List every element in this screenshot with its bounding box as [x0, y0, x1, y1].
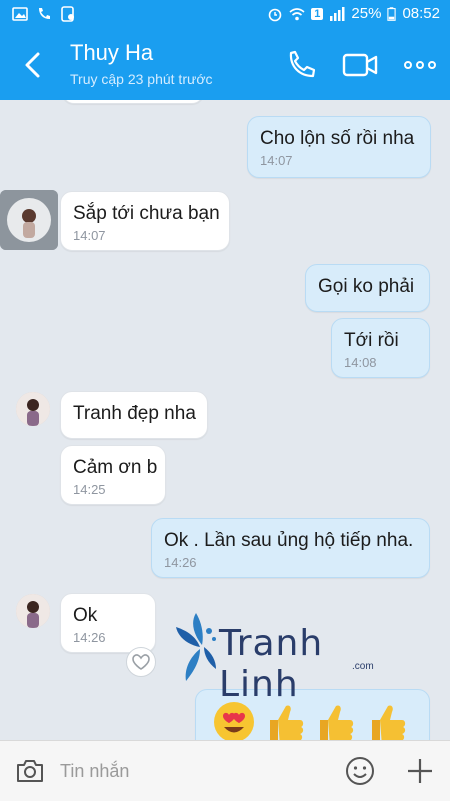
- signal-icon: [330, 6, 345, 21]
- thumbs-up-emoji: [372, 705, 406, 740]
- message-composer: Tin nhắn: [0, 740, 450, 801]
- back-arrow-icon[interactable]: [18, 48, 48, 82]
- status-right: 1 25% 08:52: [267, 5, 440, 22]
- message-time: 14:07: [260, 153, 293, 168]
- notification-icon: [61, 6, 74, 22]
- alarm-icon: [268, 8, 282, 21]
- message-text: Cảm ơn b: [73, 457, 158, 478]
- thumbs-up-emoji: [320, 705, 354, 740]
- heart-eyes-emoji: [214, 702, 254, 740]
- status-left: [12, 6, 76, 22]
- heart-outline-icon: [132, 654, 150, 670]
- emoji-icon[interactable]: [344, 755, 376, 787]
- tranh-linh-logo-icon: [176, 613, 216, 681]
- phone-call-icon[interactable]: [283, 48, 319, 82]
- message-bubble-partial: [62, 100, 204, 104]
- message-bubble-outgoing[interactable]: Gọi ko phải: [305, 264, 430, 312]
- contact-avatar[interactable]: [0, 190, 58, 250]
- status-bar: 1 25% 08:52: [0, 0, 450, 30]
- battery-icon: [387, 6, 397, 21]
- message-text: Tới rồi: [344, 330, 399, 351]
- message-bubble-incoming[interactable]: Sắp tới chưa bạn 14:07: [60, 191, 230, 251]
- message-input[interactable]: Tin nhắn: [60, 761, 129, 782]
- clock: 08:52: [402, 5, 440, 22]
- gallery-icon: [12, 7, 28, 21]
- message-bubble-incoming[interactable]: Cảm ơn b 14:25: [60, 445, 166, 505]
- message-bubble-outgoing[interactable]: Tới rồi 14:08: [331, 318, 430, 378]
- emoji-row: [214, 702, 406, 740]
- message-time: 14:26: [164, 555, 197, 570]
- watermark-logo: Tranh Linh .com: [172, 605, 387, 705]
- avatar-photo: [0, 190, 58, 250]
- message-time: 14:07: [73, 228, 106, 243]
- avatar-photo: [16, 594, 50, 628]
- message-time: 14:08: [344, 355, 377, 370]
- message-bubble-incoming[interactable]: Ok 14:26: [60, 593, 156, 653]
- sim-badge: 1: [311, 7, 324, 20]
- last-seen: Truy cập 23 phút trước: [70, 71, 213, 87]
- message-bubble-outgoing[interactable]: Cho lộn số rồi nha 14:07: [247, 116, 431, 178]
- missed-call-icon: [39, 8, 50, 19]
- avatar-photo: [16, 392, 50, 426]
- thumbs-up-emoji: [270, 705, 304, 740]
- message-bubble-outgoing[interactable]: Ok . Lần sau ủng hộ tiếp nha. 14:26: [151, 518, 430, 578]
- like-reaction-button[interactable]: [126, 647, 156, 677]
- battery-percent: 25%: [351, 5, 382, 22]
- watermark-suffix: .com: [352, 661, 374, 672]
- message-time: 14:26: [73, 630, 106, 645]
- chat-header: Thuy Ha Truy cập 23 phút trước: [0, 30, 450, 100]
- message-text: Ok: [73, 605, 98, 626]
- contact-avatar-small[interactable]: [16, 392, 50, 426]
- video-call-icon[interactable]: [342, 48, 378, 82]
- message-text: Cho lộn số rồi nha: [260, 128, 415, 149]
- message-text: Gọi ko phải: [318, 276, 415, 297]
- message-text: Sắp tới chưa bạn: [73, 203, 220, 224]
- contact-avatar-small[interactable]: [16, 594, 50, 628]
- more-options-icon[interactable]: [404, 48, 436, 82]
- camera-icon[interactable]: [14, 755, 46, 787]
- wifi-icon: [289, 7, 305, 20]
- message-text: Tranh đẹp nha: [73, 403, 196, 424]
- message-time: 14:25: [73, 482, 106, 497]
- plus-icon[interactable]: [404, 755, 436, 787]
- message-bubble-incoming[interactable]: Tranh đẹp nha: [60, 391, 208, 439]
- contact-name[interactable]: Thuy Ha: [70, 40, 153, 66]
- message-text: Ok . Lần sau ủng hộ tiếp nha.: [164, 530, 414, 551]
